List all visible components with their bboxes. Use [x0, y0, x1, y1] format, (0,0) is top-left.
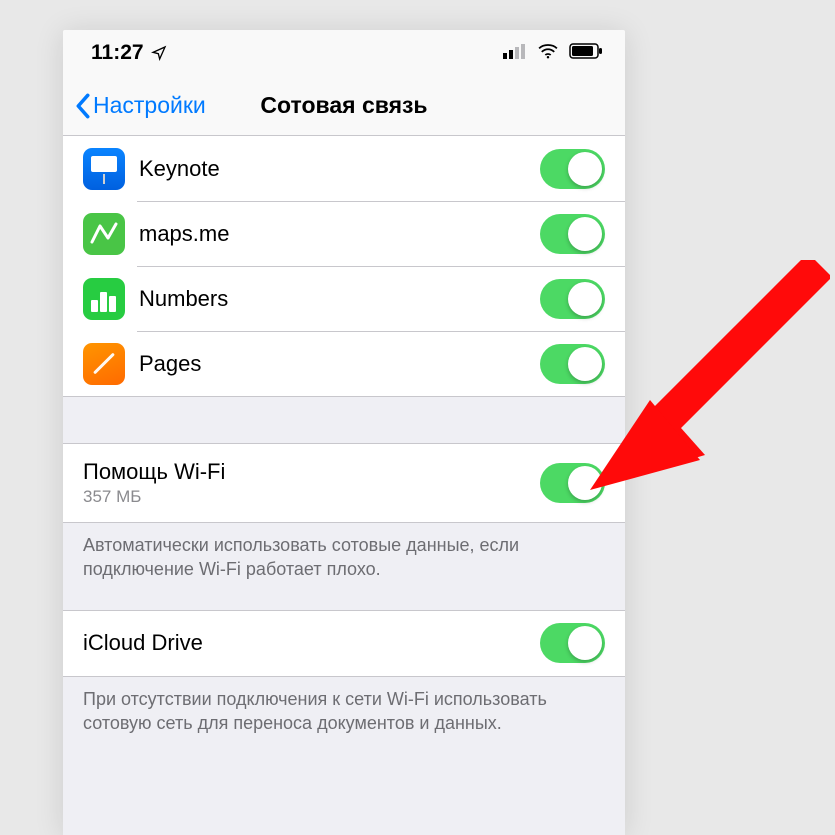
group-spacer — [63, 596, 625, 610]
battery-icon — [569, 41, 603, 65]
app-label: Pages — [139, 351, 540, 377]
status-time: 11:27 — [91, 41, 144, 65]
app-label: maps.me — [139, 221, 540, 247]
app-row-numbers: Numbers — [63, 266, 625, 331]
app-label: Numbers — [139, 286, 540, 312]
cellular-signal-icon — [503, 41, 527, 65]
icloud-drive-row: iCloud Drive — [63, 611, 625, 676]
toggle-wifi-assist[interactable] — [540, 463, 605, 503]
wifi-assist-row: Помощь Wi-Fi 357 МБ — [63, 444, 625, 522]
status-bar: 11:27 — [63, 30, 625, 76]
location-icon — [151, 45, 167, 61]
toggle-mapsme[interactable] — [540, 214, 605, 254]
app-cellular-group: Keynote maps.me Numbers Pages — [63, 136, 625, 397]
nav-header: Настройки Сотовая связь — [63, 76, 625, 136]
toggle-numbers[interactable] — [540, 279, 605, 319]
app-label: Keynote — [139, 156, 540, 182]
toggle-keynote[interactable] — [540, 149, 605, 189]
icloud-drive-footer: При отсутствии подключения к сети Wi-Fi … — [63, 677, 625, 750]
mapsme-icon — [83, 213, 125, 255]
pages-icon — [83, 343, 125, 385]
keynote-icon — [83, 148, 125, 190]
numbers-icon — [83, 278, 125, 320]
icloud-drive-label: iCloud Drive — [83, 630, 540, 656]
group-spacer — [63, 397, 625, 443]
toggle-pages[interactable] — [540, 344, 605, 384]
annotation-arrow-icon — [590, 260, 830, 490]
wifi-assist-group: Помощь Wi-Fi 357 МБ — [63, 443, 625, 523]
app-row-keynote: Keynote — [63, 136, 625, 201]
wifi-icon — [537, 41, 559, 65]
wifi-assist-usage: 357 МБ — [83, 487, 540, 507]
app-row-pages: Pages — [63, 331, 625, 396]
app-row-mapsme: maps.me — [63, 201, 625, 266]
phone-frame: 11:27 — [63, 30, 625, 835]
toggle-icloud-drive[interactable] — [540, 623, 605, 663]
back-button[interactable]: Настройки — [63, 92, 206, 119]
wifi-assist-footer: Автоматически использовать сотовые данны… — [63, 523, 625, 596]
wifi-assist-label: Помощь Wi-Fi — [83, 459, 540, 485]
chevron-left-icon — [75, 93, 91, 119]
icloud-drive-group: iCloud Drive — [63, 610, 625, 677]
back-label: Настройки — [93, 92, 206, 119]
